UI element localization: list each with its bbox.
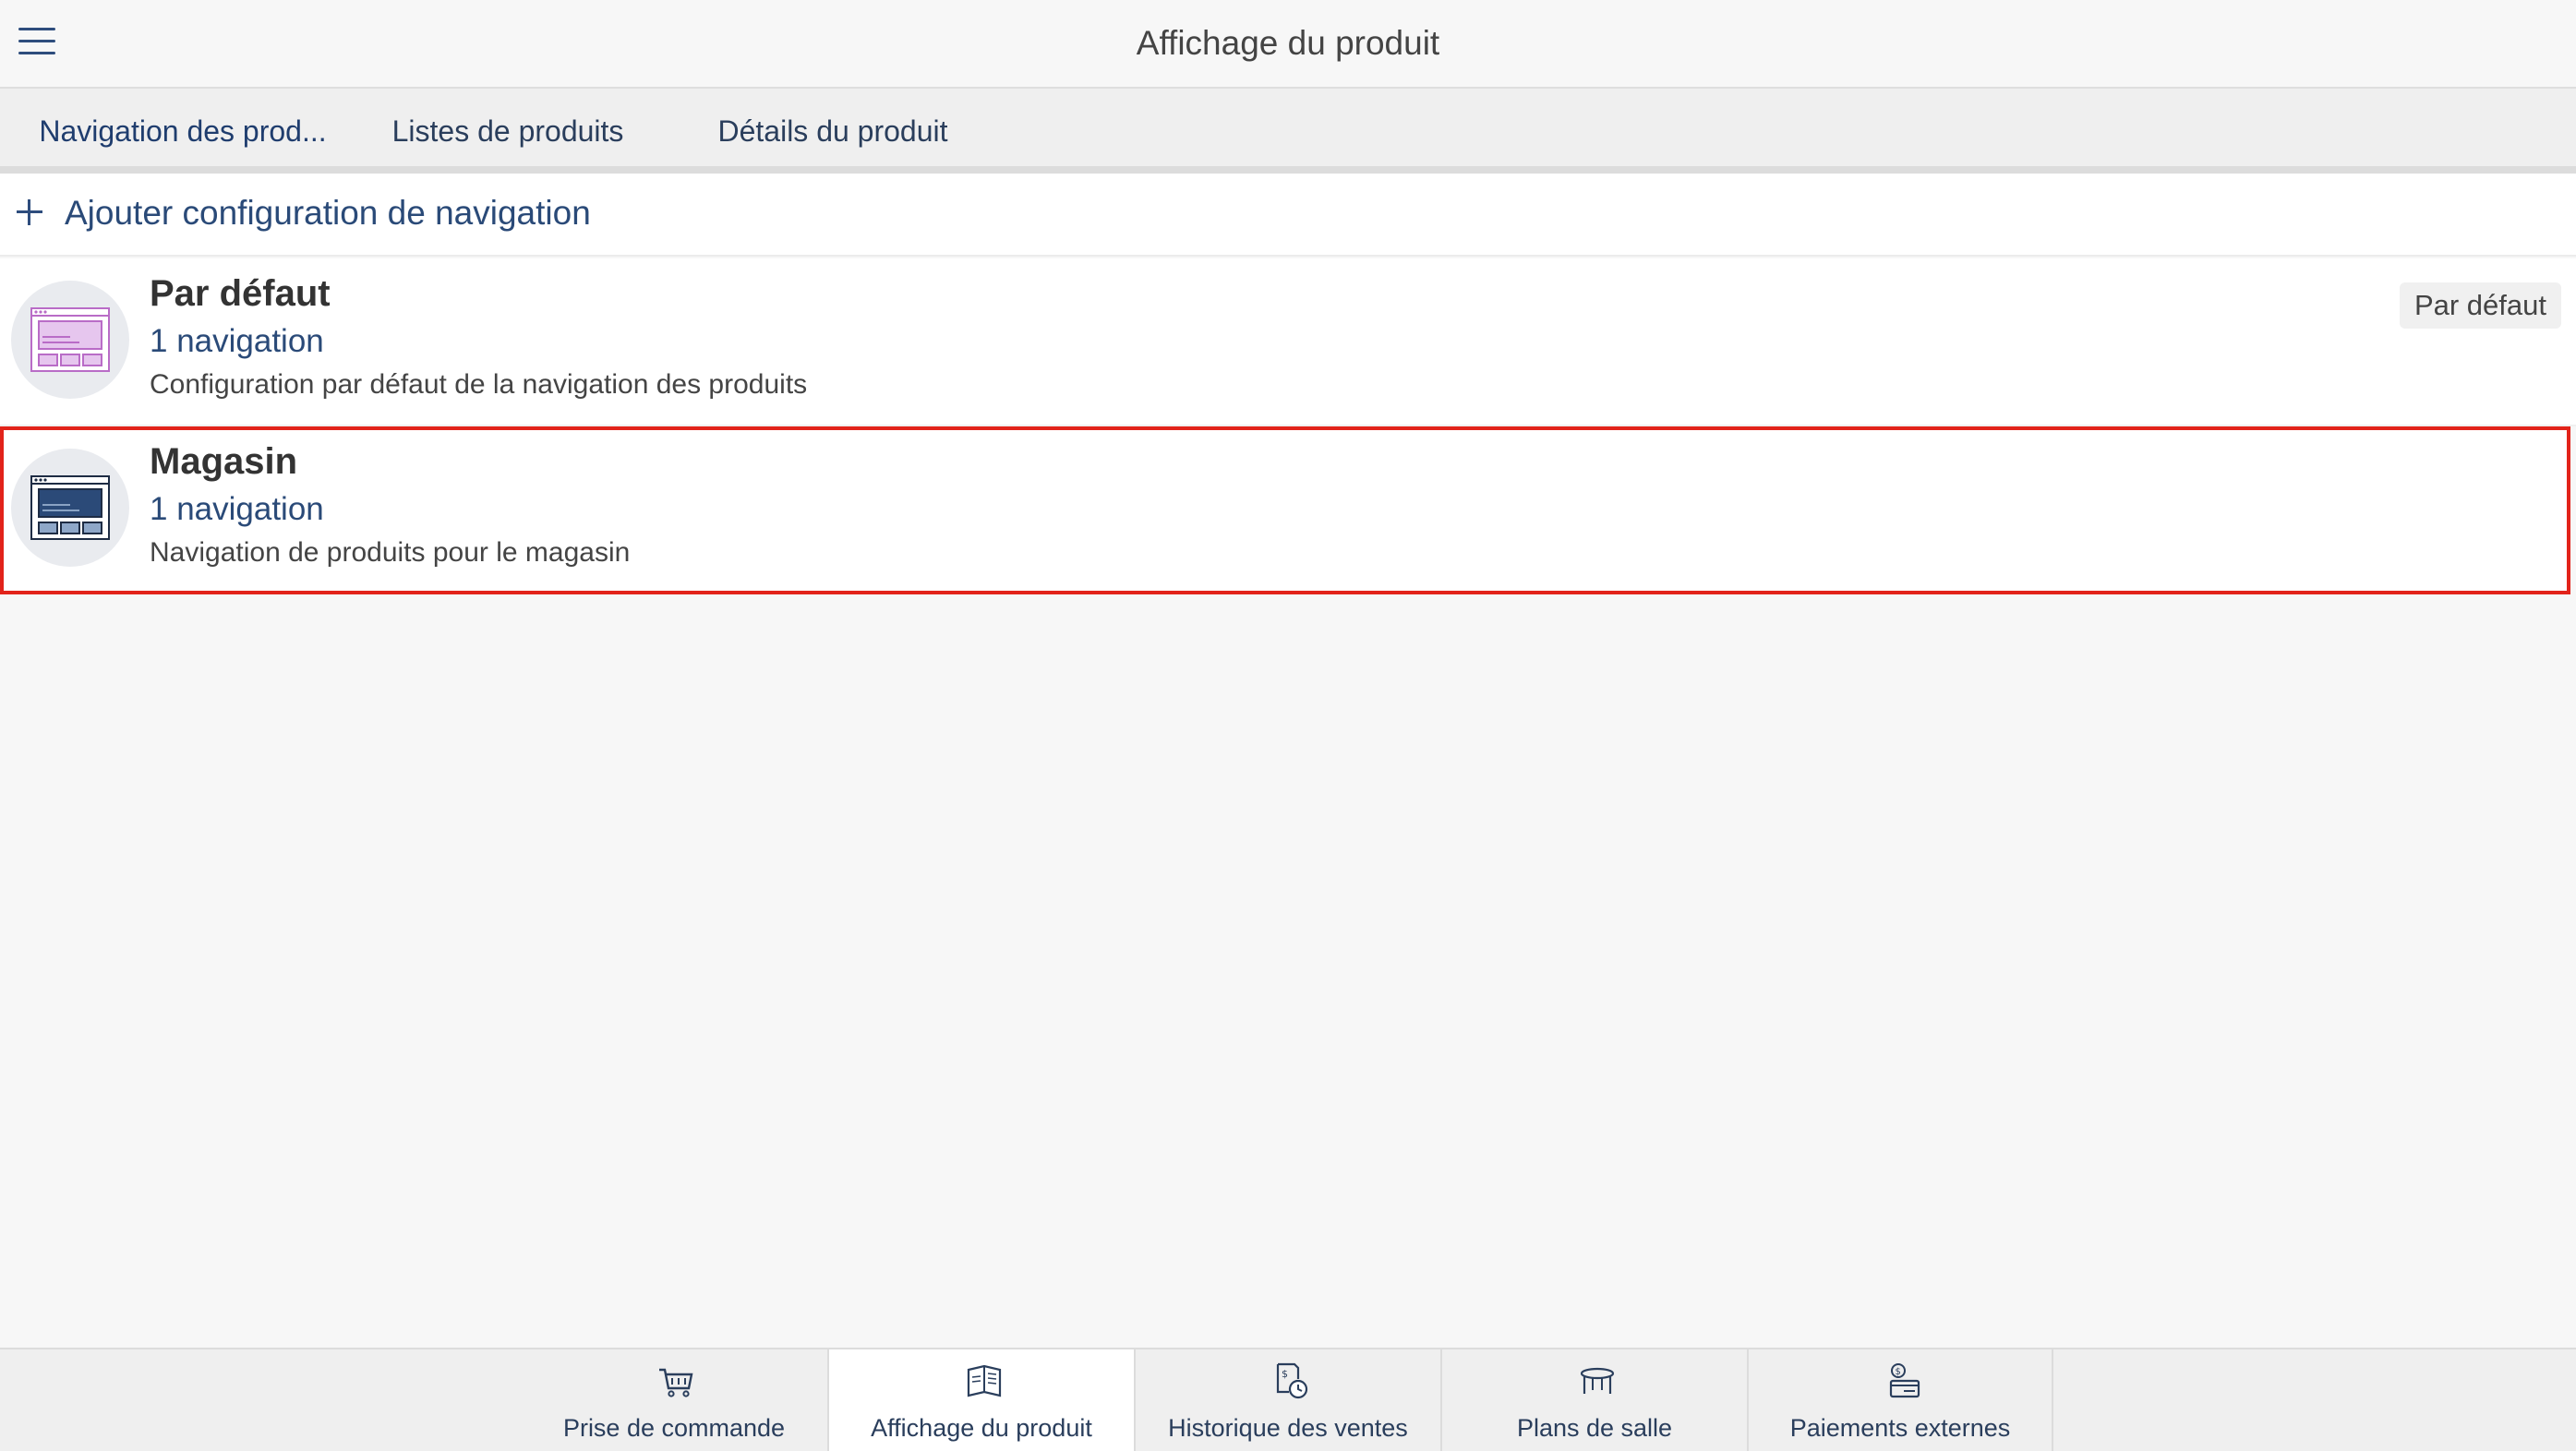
bottom-nav-plans-de-salle[interactable]: Plans de salle bbox=[1440, 1349, 1747, 1451]
svg-text:$: $ bbox=[1282, 1368, 1288, 1380]
add-navigation-config-button[interactable]: Ajouter configuration de navigation bbox=[0, 174, 2576, 257]
cart-icon bbox=[659, 1368, 693, 1397]
item-description: Navigation de produits pour le magasin bbox=[150, 537, 631, 568]
svg-text:$: $ bbox=[1896, 1367, 1901, 1377]
tab-bar: Navigation des prod... Listes de produit… bbox=[0, 89, 2576, 181]
page-title: Affichage du produit bbox=[1136, 24, 1440, 62]
sales-history-icon: $ bbox=[1276, 1362, 1308, 1399]
bottom-nav-prise-de-commande[interactable]: Prise de commande bbox=[521, 1349, 827, 1451]
tab-listes-produits[interactable]: Listes de produits bbox=[373, 89, 643, 174]
default-badge: Par défaut bbox=[2399, 282, 2561, 329]
item-description: Configuration par défaut de la navigatio… bbox=[150, 369, 808, 400]
window-layout-icon bbox=[30, 475, 110, 540]
list-item-par-defaut[interactable]: Par défaut 1 navigation Configuration pa… bbox=[0, 258, 2576, 426]
bottom-nav-label: Plans de salle bbox=[1516, 1414, 1673, 1442]
navigation-config-list: Par défaut 1 navigation Configuration pa… bbox=[0, 258, 2576, 594]
avatar bbox=[11, 449, 129, 567]
bottom-nav-affichage-du-produit[interactable]: Affichage du produit bbox=[827, 1349, 1134, 1451]
top-bar: Affichage du produit bbox=[0, 0, 2576, 89]
item-subtitle: 1 navigation bbox=[150, 491, 324, 527]
bottom-nav-label: Paiements externes bbox=[1789, 1414, 2011, 1442]
external-payment-icon: $ bbox=[1889, 1363, 1920, 1398]
menu-book-icon bbox=[967, 1364, 1002, 1397]
plus-icon bbox=[17, 199, 42, 225]
bottom-nav-label: Prise de commande bbox=[562, 1414, 786, 1442]
window-layout-icon bbox=[30, 307, 110, 372]
app-root: Affichage du produit Navigation des prod… bbox=[0, 0, 2576, 1451]
tab-details-produit[interactable]: Détails du produit bbox=[696, 89, 969, 174]
bottom-nav-paiements-externes[interactable]: $ Paiements externes bbox=[1747, 1349, 2053, 1451]
bottom-nav-label: Historique des ventes bbox=[1168, 1414, 1408, 1442]
bottom-navigation: Prise de commande Affichage du produit $ bbox=[0, 1348, 2576, 1451]
item-title: Par défaut bbox=[150, 273, 331, 314]
tab-navigation-produits[interactable]: Navigation des prod... bbox=[20, 89, 345, 181]
list-item-magasin[interactable]: Magasin 1 navigation Navigation de produ… bbox=[0, 426, 2570, 594]
bottom-nav-historique-des-ventes[interactable]: $ Historique des ventes bbox=[1134, 1349, 1440, 1451]
item-subtitle: 1 navigation bbox=[150, 323, 324, 359]
bottom-nav-label: Affichage du produit bbox=[871, 1414, 1092, 1442]
add-navigation-config-label: Ajouter configuration de navigation bbox=[65, 194, 591, 232]
item-title: Magasin bbox=[150, 441, 298, 482]
avatar bbox=[11, 281, 129, 399]
table-icon bbox=[1580, 1367, 1615, 1394]
